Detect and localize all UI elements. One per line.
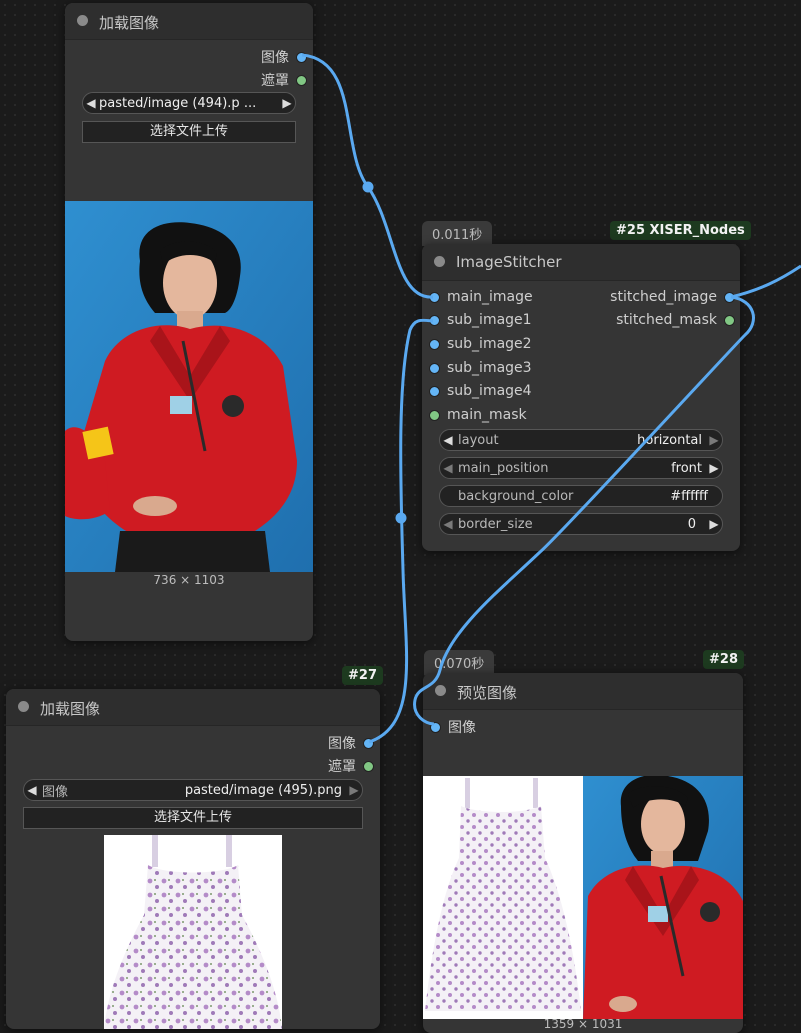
preview-image-node[interactable]: 预览图像 图像 1359 × 1031 bbox=[423, 673, 743, 1033]
next-arrow-icon[interactable]: ▶ bbox=[346, 783, 362, 797]
image-preview-floral-dress bbox=[104, 835, 282, 1029]
prev-arrow-icon[interactable]: ◀ bbox=[440, 433, 456, 447]
decrement-arrow-icon[interactable]: ◀ bbox=[440, 517, 456, 531]
node-id-badge: #25 XISER_Nodes bbox=[610, 221, 751, 240]
input-slot-main-mask[interactable]: main_mask bbox=[429, 407, 527, 423]
execution-time-label: 0.011秒 bbox=[422, 221, 493, 246]
input-slot-sub-image4[interactable]: sub_image4 bbox=[429, 383, 532, 399]
prev-arrow-icon[interactable]: ◀ bbox=[83, 96, 99, 110]
wire-midpoint-dot[interactable] bbox=[395, 512, 407, 524]
prev-arrow-icon[interactable]: ◀ bbox=[440, 461, 456, 475]
mask-input-dot-icon[interactable] bbox=[429, 409, 440, 421]
output-slot-stitched-mask[interactable]: stitched_mask bbox=[616, 312, 735, 328]
collapse-dot-icon[interactable] bbox=[434, 256, 445, 267]
collapse-dot-icon[interactable] bbox=[77, 15, 88, 26]
image-input-dot-icon[interactable] bbox=[429, 338, 440, 350]
output-slot-mask[interactable]: 遮罩 bbox=[261, 70, 307, 90]
execution-time-label: 0.070秒 bbox=[424, 650, 495, 675]
wire-image1-to-main-image[interactable] bbox=[301, 53, 434, 299]
collapse-dot-icon[interactable] bbox=[18, 701, 29, 712]
image-dimensions-label: 736 × 1103 bbox=[153, 573, 225, 587]
node-title: 加载图像 bbox=[40, 700, 101, 718]
image-output-dot-icon[interactable] bbox=[724, 291, 735, 303]
image-preview-woman-red-jacket bbox=[65, 201, 313, 572]
main-position-combo[interactable]: ◀ main_position front ▶ bbox=[439, 457, 723, 479]
next-arrow-icon[interactable]: ▶ bbox=[706, 461, 722, 475]
output-slot-image[interactable]: 图像 bbox=[328, 733, 374, 753]
floral-dress-photo bbox=[104, 835, 282, 1029]
node-id-badge: #27 bbox=[342, 666, 383, 685]
image-output-dot-icon[interactable] bbox=[363, 737, 374, 749]
output-slot-mask[interactable]: 遮罩 bbox=[328, 756, 374, 776]
mask-output-dot-icon[interactable] bbox=[363, 760, 374, 772]
woman-red-jacket-photo bbox=[65, 201, 313, 572]
next-arrow-icon[interactable]: ▶ bbox=[706, 433, 722, 447]
background-color-field[interactable]: background_color #ffffff bbox=[439, 485, 723, 507]
collapse-dot-icon[interactable] bbox=[435, 685, 446, 696]
input-slot-sub-image2[interactable]: sub_image2 bbox=[429, 336, 532, 352]
mask-output-dot-icon[interactable] bbox=[724, 314, 735, 326]
output-slot-stitched-image[interactable]: stitched_image bbox=[610, 289, 735, 305]
wire-stitched-image-offscreen[interactable] bbox=[730, 264, 801, 299]
wire-midpoint-dot[interactable] bbox=[362, 181, 374, 193]
image-file-combo[interactable]: ◀ pasted/image (494).p ... ▶ bbox=[82, 92, 296, 114]
layout-combo[interactable]: ◀ layout horizontal ▶ bbox=[439, 429, 723, 451]
image-input-dot-icon[interactable] bbox=[429, 362, 440, 374]
image-input-dot-icon[interactable] bbox=[430, 721, 441, 733]
stitched-photo bbox=[423, 776, 743, 1019]
image-stitcher-node[interactable]: ImageStitcher main_image sub_image1 sub_… bbox=[422, 244, 740, 551]
image-input-dot-icon[interactable] bbox=[429, 291, 440, 303]
input-slot-sub-image3[interactable]: sub_image3 bbox=[429, 360, 532, 376]
increment-arrow-icon[interactable]: ▶ bbox=[706, 517, 722, 531]
border-size-number[interactable]: ◀ border_size 0 ▶ bbox=[439, 513, 723, 535]
upload-file-button[interactable]: 选择文件上传 bbox=[23, 807, 363, 829]
image-input-dot-icon[interactable] bbox=[429, 385, 440, 397]
next-arrow-icon[interactable]: ▶ bbox=[279, 96, 295, 110]
image-dimensions-label: 1359 × 1031 bbox=[543, 1017, 623, 1031]
load-image-node-2[interactable]: 加载图像 图像 遮罩 ◀ 图像 pasted/image (495).png ▶… bbox=[6, 689, 380, 1029]
prev-arrow-icon[interactable]: ◀ bbox=[24, 783, 40, 797]
node-title: ImageStitcher bbox=[456, 253, 562, 271]
node-id-badge: #28 bbox=[703, 650, 744, 669]
input-slot-main-image[interactable]: main_image bbox=[429, 289, 533, 305]
load-image-node-1[interactable]: 加载图像 图像 遮罩 ◀ pasted/image (494).p ... ▶ … bbox=[65, 3, 313, 641]
node-header[interactable]: 加载图像 bbox=[65, 3, 313, 40]
node-title: 预览图像 bbox=[457, 684, 518, 702]
stitched-preview-image bbox=[423, 776, 743, 1019]
mask-output-dot-icon[interactable] bbox=[296, 74, 307, 86]
input-slot-image[interactable]: 图像 bbox=[430, 717, 476, 737]
image-file-combo[interactable]: ◀ 图像 pasted/image (495).png ▶ bbox=[23, 779, 363, 801]
input-slot-sub-image1[interactable]: sub_image1 bbox=[429, 312, 532, 328]
image-input-dot-icon[interactable] bbox=[429, 314, 440, 326]
node-title: 加载图像 bbox=[99, 14, 160, 32]
node-header[interactable]: 预览图像 bbox=[423, 673, 743, 710]
output-slot-image[interactable]: 图像 bbox=[261, 47, 307, 67]
node-graph-canvas[interactable]: 加载图像 图像 遮罩 ◀ pasted/image (494).p ... ▶ … bbox=[0, 0, 801, 1033]
node-header[interactable]: 加载图像 bbox=[6, 689, 380, 726]
node-header[interactable]: ImageStitcher bbox=[422, 244, 740, 281]
upload-file-button[interactable]: 选择文件上传 bbox=[82, 121, 296, 143]
image-output-dot-icon[interactable] bbox=[296, 51, 307, 63]
